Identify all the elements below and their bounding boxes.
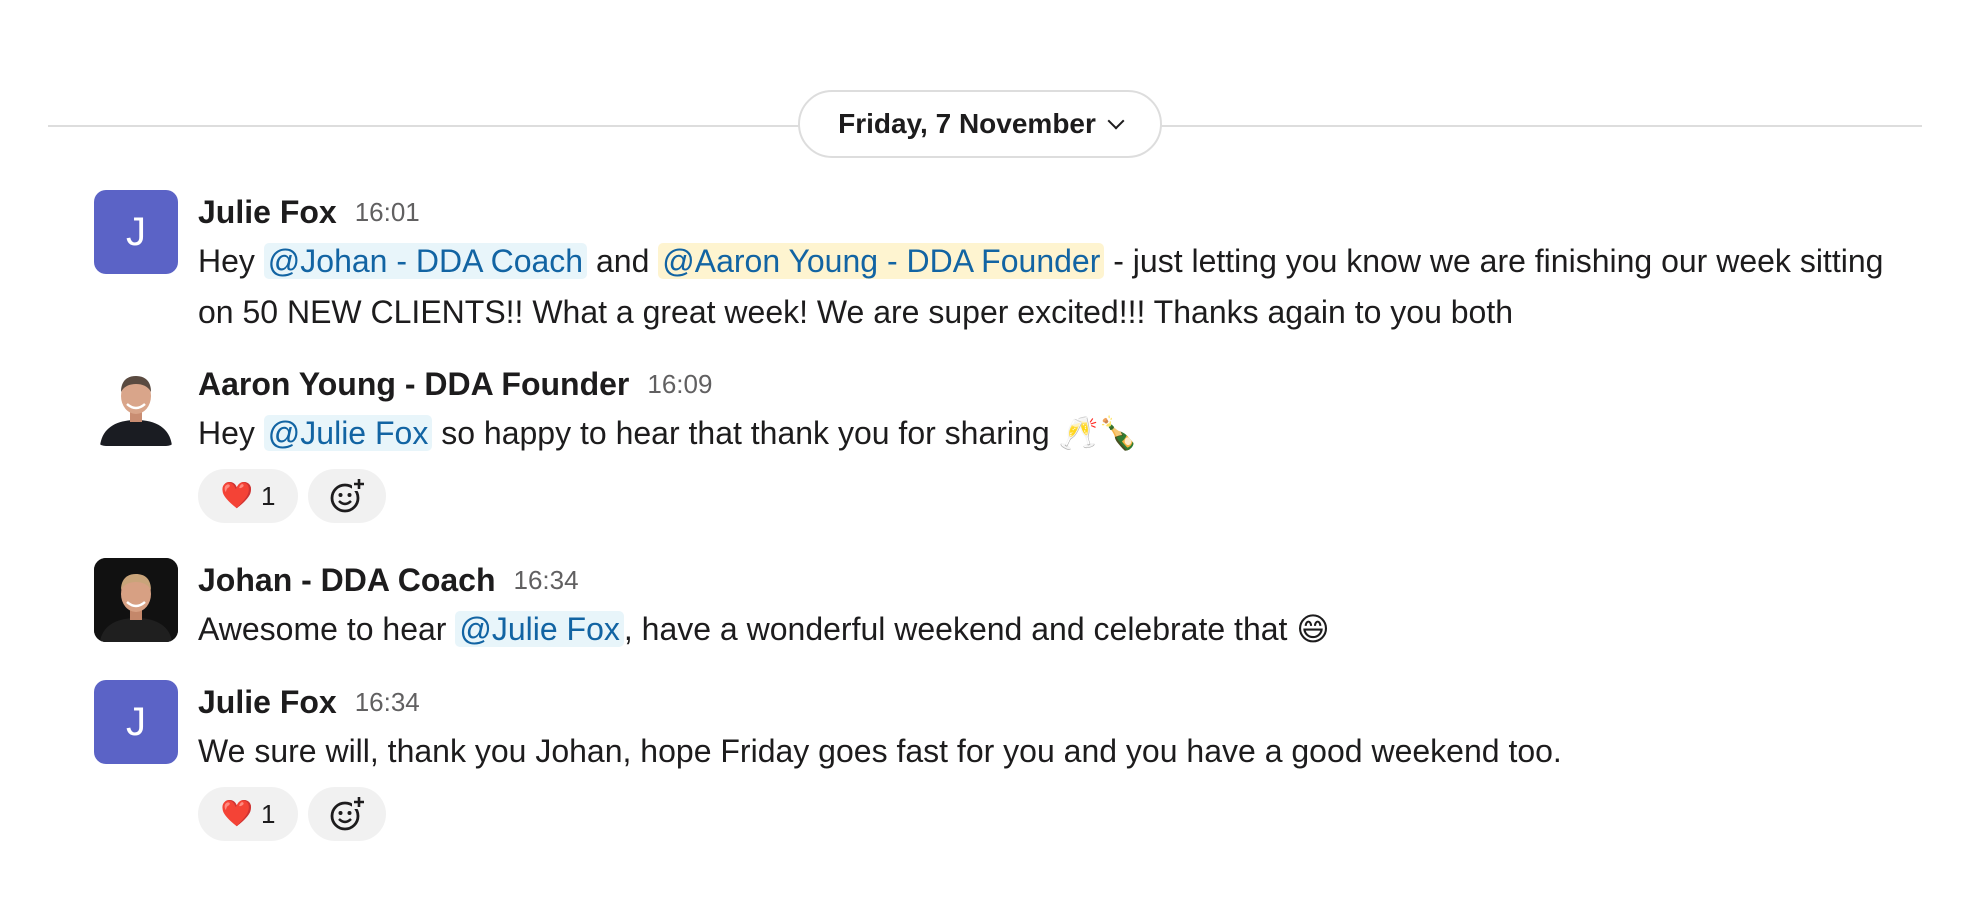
message-text: Awesome to hear @Julie Fox, have a wonde… [198,604,1910,655]
message-timestamp[interactable]: 16:09 [647,369,712,400]
avatar-photo [94,558,178,642]
avatar[interactable] [94,558,178,642]
user-mention[interactable]: @Julie Fox [455,611,624,647]
message-author[interactable]: Aaron Young - DDA Founder [198,366,629,403]
avatar-initial: J [126,209,146,254]
message-author[interactable]: Julie Fox [198,194,337,231]
add-reaction-button[interactable] [308,469,386,523]
message-text-segment: We sure will, thank you Johan, hope Frid… [198,733,1562,769]
message-author[interactable]: Johan - DDA Coach [198,562,496,599]
message-item: Aaron Young - DDA Founder 16:09 Hey @Jul… [94,362,1910,532]
message-text-segment: Awesome to hear [198,611,456,647]
add-reaction-button[interactable] [308,787,386,841]
avatar-photo [94,362,178,446]
message-content: Julie Fox 16:01 Hey @Johan - DDA Coach a… [198,190,1910,338]
message-header: Julie Fox 16:34 [198,680,1910,724]
message-content: Aaron Young - DDA Founder 16:09 Hey @Jul… [198,362,1910,523]
message-text-segment: and [587,243,659,279]
user-mention-self[interactable]: @Aaron Young - DDA Founder [658,243,1105,279]
message-text-segment: Hey [198,243,264,279]
grinning-face-icon: 😄 [1296,610,1330,648]
date-divider-button[interactable]: Friday, 7 November [798,90,1162,158]
red-heart-icon: ❤️ [220,799,253,829]
avatar-initial: J [126,699,146,744]
reaction-heart[interactable]: ❤️ 1 [198,787,298,841]
clinking-glasses-icon: 🥂 [1058,414,1099,452]
chevron-down-icon [1107,112,1125,130]
avatar[interactable] [94,362,178,446]
avatar[interactable]: J [94,680,178,764]
red-heart-icon: ❤️ [220,481,253,511]
message-header: Julie Fox 16:01 [198,190,1910,234]
message-text-segment: so happy to hear that thank you for shar… [432,415,1059,451]
message-header: Johan - DDA Coach 16:34 [198,558,1910,602]
message-timestamp[interactable]: 16:34 [355,687,420,718]
message-text-segment: Hey [198,415,264,451]
message-item: Johan - DDA Coach 16:34 Awesome to hear … [94,558,1910,668]
message-item: J Julie Fox 16:34 We sure will, thank yo… [94,680,1910,850]
message-content: Julie Fox 16:34 We sure will, thank you … [198,680,1910,841]
message-timestamp[interactable]: 16:01 [355,197,420,228]
message-content: Johan - DDA Coach 16:34 Awesome to hear … [198,558,1910,655]
message-text: Hey @Julie Fox so happy to hear that tha… [198,408,1910,459]
message-timestamp[interactable]: 16:34 [514,565,579,596]
add-reaction-icon [330,795,366,831]
message-text-segment: , have a wonderful weekend and celebrate… [623,611,1297,647]
avatar[interactable]: J [94,190,178,274]
reaction-count: 1 [260,798,276,829]
reactions-bar: ❤️ 1 [198,787,1910,841]
message-author[interactable]: Julie Fox [198,684,337,721]
reactions-bar: ❤️ 1 [198,469,1910,523]
message-text: We sure will, thank you Johan, hope Frid… [198,726,1910,777]
message-item: J Julie Fox 16:01 Hey @Johan - DDA Coach… [94,190,1910,340]
date-divider-label: Friday, 7 November [838,108,1096,139]
champagne-bottle-icon: 🍾 [1098,414,1139,452]
user-mention[interactable]: @Johan - DDA Coach [263,243,588,279]
message-text: Hey @Johan - DDA Coach and @Aaron Young … [198,236,1910,338]
message-header: Aaron Young - DDA Founder 16:09 [198,362,1910,406]
reaction-heart[interactable]: ❤️ 1 [198,469,298,523]
add-reaction-icon [330,477,366,513]
reaction-count: 1 [260,480,276,511]
user-mention[interactable]: @Julie Fox [263,415,433,451]
